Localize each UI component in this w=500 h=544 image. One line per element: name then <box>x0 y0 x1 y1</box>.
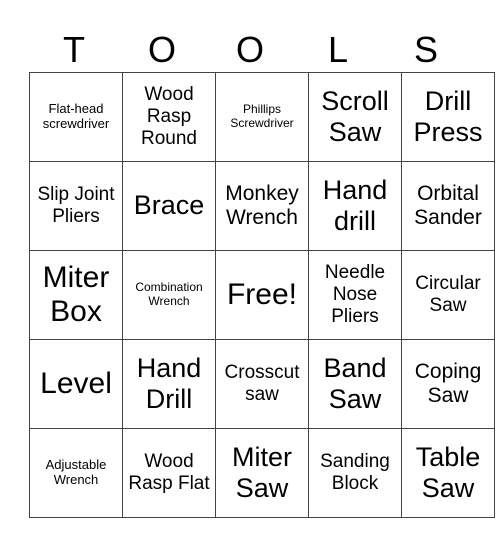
bingo-cell[interactable]: Circular Saw <box>401 250 495 340</box>
bingo-cell[interactable]: Hand Drill <box>122 339 216 429</box>
bingo-cell[interactable]: Wood Rasp Round <box>122 72 216 162</box>
bingo-cell[interactable]: Scroll Saw <box>308 72 402 162</box>
bingo-cell[interactable]: Table Saw <box>401 428 495 518</box>
bingo-cell[interactable]: Needle Nose Pliers <box>308 250 402 340</box>
bingo-cell[interactable]: Adjustable Wrench <box>29 428 123 518</box>
bingo-cell[interactable]: Monkey Wrench <box>215 161 309 251</box>
bingo-cell[interactable]: Wood Rasp Flat <box>122 428 216 518</box>
bingo-row: Slip Joint Pliers Brace Monkey Wrench Ha… <box>29 161 495 251</box>
header-letter-l: L <box>327 29 349 70</box>
bingo-row: Miter Box Combination Wrench Free! Needl… <box>29 250 495 340</box>
free-space-cell[interactable]: Free! <box>215 250 309 340</box>
bingo-cell[interactable]: Orbital Sander <box>401 161 495 251</box>
bingo-cell[interactable]: Combination Wrench <box>122 250 216 340</box>
bingo-cell[interactable]: Flat-head screwdriver <box>29 72 123 162</box>
header-letter-o2: O <box>235 29 264 70</box>
bingo-row: Level Hand Drill Crosscut saw Band Saw C… <box>29 339 495 429</box>
bingo-cell[interactable]: Brace <box>122 161 216 251</box>
bingo-cell[interactable]: Sanding Block <box>308 428 402 518</box>
bingo-cell[interactable]: Miter Saw <box>215 428 309 518</box>
bingo-row: Adjustable Wrench Wood Rasp Flat Miter S… <box>29 428 495 518</box>
bingo-cell[interactable]: Level <box>29 339 123 429</box>
bingo-cell[interactable]: Drill Press <box>401 72 495 162</box>
header-letter-t: T <box>63 29 85 70</box>
bingo-cell[interactable]: Miter Box <box>29 250 123 340</box>
bingo-row: Flat-head screwdriver Wood Rasp Round Ph… <box>29 72 495 162</box>
bingo-card: Flat-head screwdriver Wood Rasp Round Ph… <box>29 72 495 518</box>
bingo-cell[interactable]: Band Saw <box>308 339 402 429</box>
bingo-header: T O O L S <box>30 28 470 72</box>
bingo-cell[interactable]: Crosscut saw <box>215 339 309 429</box>
bingo-cell[interactable]: Coping Saw <box>401 339 495 429</box>
bingo-cell[interactable]: Hand drill <box>308 161 402 251</box>
bingo-cell[interactable]: Slip Joint Pliers <box>29 161 123 251</box>
header-letter-o1: O <box>147 29 176 70</box>
bingo-cell[interactable]: Phillips Screwdriver <box>215 72 309 162</box>
header-letter-s: S <box>413 29 438 70</box>
